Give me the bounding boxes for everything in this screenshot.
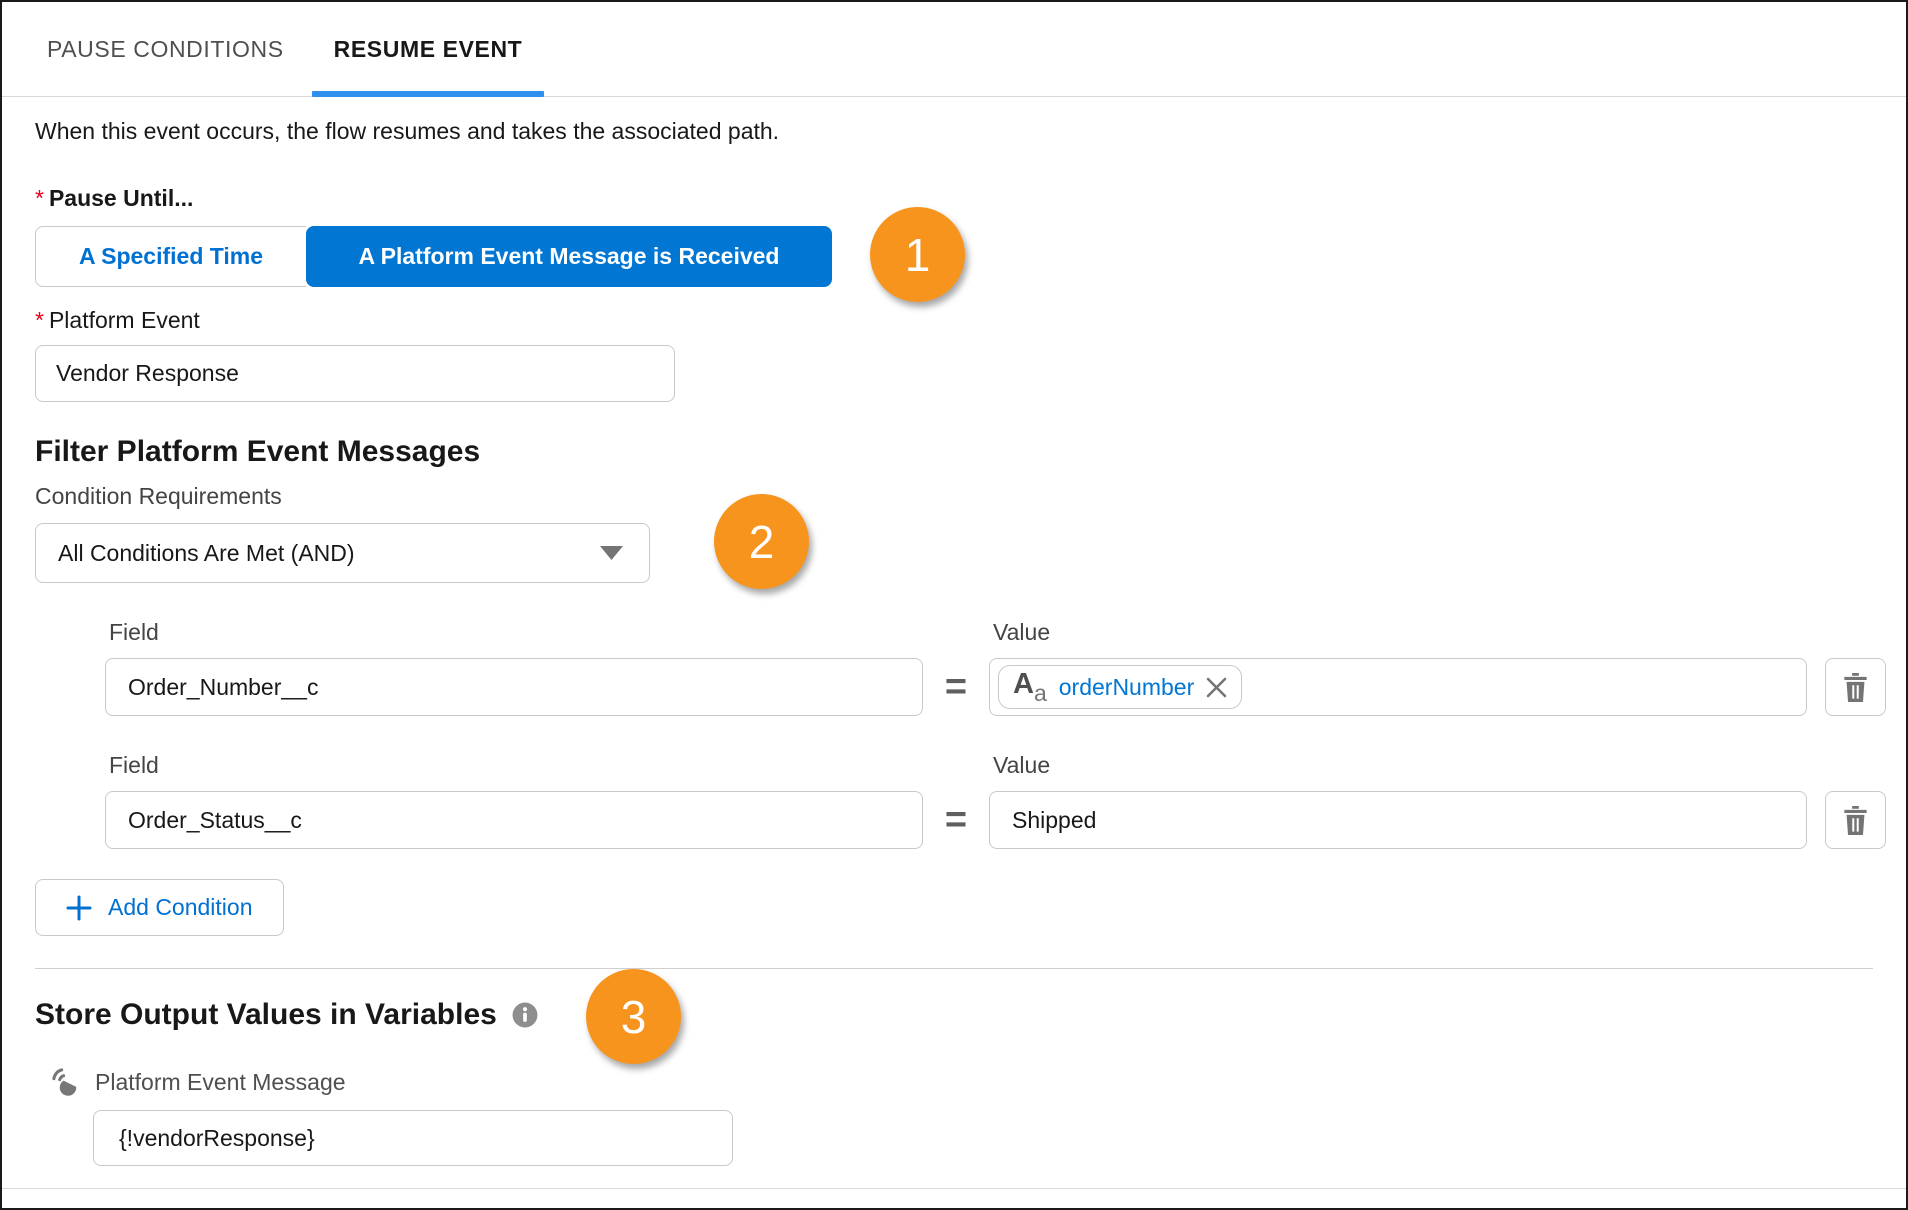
- pause-until-label-text: Pause Until...: [49, 185, 193, 211]
- condition-field-input[interactable]: [105, 658, 923, 716]
- chevron-down-icon: [600, 546, 623, 560]
- text-type-icon: Aa: [1013, 670, 1047, 705]
- platform-event-label: *Platform Event: [35, 307, 1906, 334]
- value-column: Value Aa orderNumber: [989, 619, 1807, 716]
- condition-value-input[interactable]: [989, 791, 1807, 849]
- remove-pill-icon[interactable]: [1206, 677, 1227, 698]
- condition-requirements-label: Condition Requirements: [35, 483, 1906, 510]
- pause-until-toggle-group: A Specified Time A Platform Event Messag…: [35, 226, 832, 287]
- step-badge-3: 3: [586, 969, 681, 1064]
- pause-until-label: *Pause Until...: [35, 185, 1906, 212]
- tab-pause-conditions[interactable]: PAUSE CONDITIONS: [47, 2, 284, 96]
- value-label: Value: [993, 752, 1807, 779]
- condition-requirements-value: All Conditions Are Met (AND): [58, 540, 355, 567]
- required-asterisk: *: [35, 185, 44, 211]
- condition-value-input[interactable]: Aa orderNumber: [989, 658, 1807, 716]
- trash-icon: [1842, 673, 1869, 702]
- description-text: When this event occurs, the flow resumes…: [35, 118, 1906, 145]
- platform-event-input[interactable]: [35, 345, 675, 402]
- trash-icon: [1842, 806, 1869, 835]
- section-divider: [35, 968, 1873, 969]
- delete-condition-button[interactable]: [1825, 791, 1886, 849]
- store-output-title: Store Output Values in Variables: [35, 998, 1906, 1032]
- step-badge-2: 2: [714, 494, 809, 589]
- store-output-title-text: Store Output Values in Variables: [35, 998, 497, 1032]
- add-condition-label: Add Condition: [108, 894, 253, 921]
- condition-row: Field = Value Aa orderNumber: [105, 619, 1906, 716]
- option-specified-time-button[interactable]: A Specified Time: [35, 226, 306, 287]
- condition-field-input[interactable]: [105, 791, 923, 849]
- field-label: Field: [109, 752, 923, 779]
- plus-icon: [66, 895, 92, 921]
- value-label: Value: [993, 619, 1807, 646]
- platform-event-message-label: Platform Event Message: [95, 1069, 346, 1096]
- platform-event-label-text: Platform Event: [49, 307, 200, 333]
- field-label: Field: [109, 619, 923, 646]
- resource-pill[interactable]: Aa orderNumber: [998, 665, 1242, 709]
- tab-resume-event[interactable]: RESUME EVENT: [312, 2, 545, 96]
- text-type-icon-small: a: [1034, 682, 1047, 705]
- option-platform-event-button[interactable]: A Platform Event Message is Received: [306, 226, 832, 287]
- field-column: Field: [105, 752, 923, 849]
- condition-requirements-select[interactable]: All Conditions Are Met (AND): [35, 523, 650, 583]
- info-icon[interactable]: [512, 1002, 538, 1028]
- delete-condition-button[interactable]: [1825, 658, 1886, 716]
- condition-row: Field = Value: [105, 752, 1906, 849]
- tab-bar: PAUSE CONDITIONS RESUME EVENT: [2, 2, 1906, 97]
- platform-event-message-row: Platform Event Message: [51, 1067, 1906, 1098]
- add-condition-button[interactable]: Add Condition: [35, 879, 284, 936]
- required-asterisk: *: [35, 307, 44, 333]
- equals-operator: =: [923, 658, 989, 716]
- equals-operator: =: [923, 791, 989, 849]
- value-column: Value: [989, 752, 1807, 849]
- field-column: Field: [105, 619, 923, 716]
- filter-section-title: Filter Platform Event Messages: [35, 435, 1906, 469]
- resource-pill-label: orderNumber: [1059, 674, 1195, 701]
- platform-event-message-input[interactable]: [93, 1110, 733, 1166]
- step-badge-1: 1: [870, 207, 965, 302]
- text-type-icon-large: A: [1013, 670, 1034, 699]
- platform-event-broadcast-icon: [51, 1067, 82, 1098]
- footer-divider: [2, 1188, 1906, 1189]
- resume-event-panel: PAUSE CONDITIONS RESUME EVENT When this …: [0, 0, 1908, 1210]
